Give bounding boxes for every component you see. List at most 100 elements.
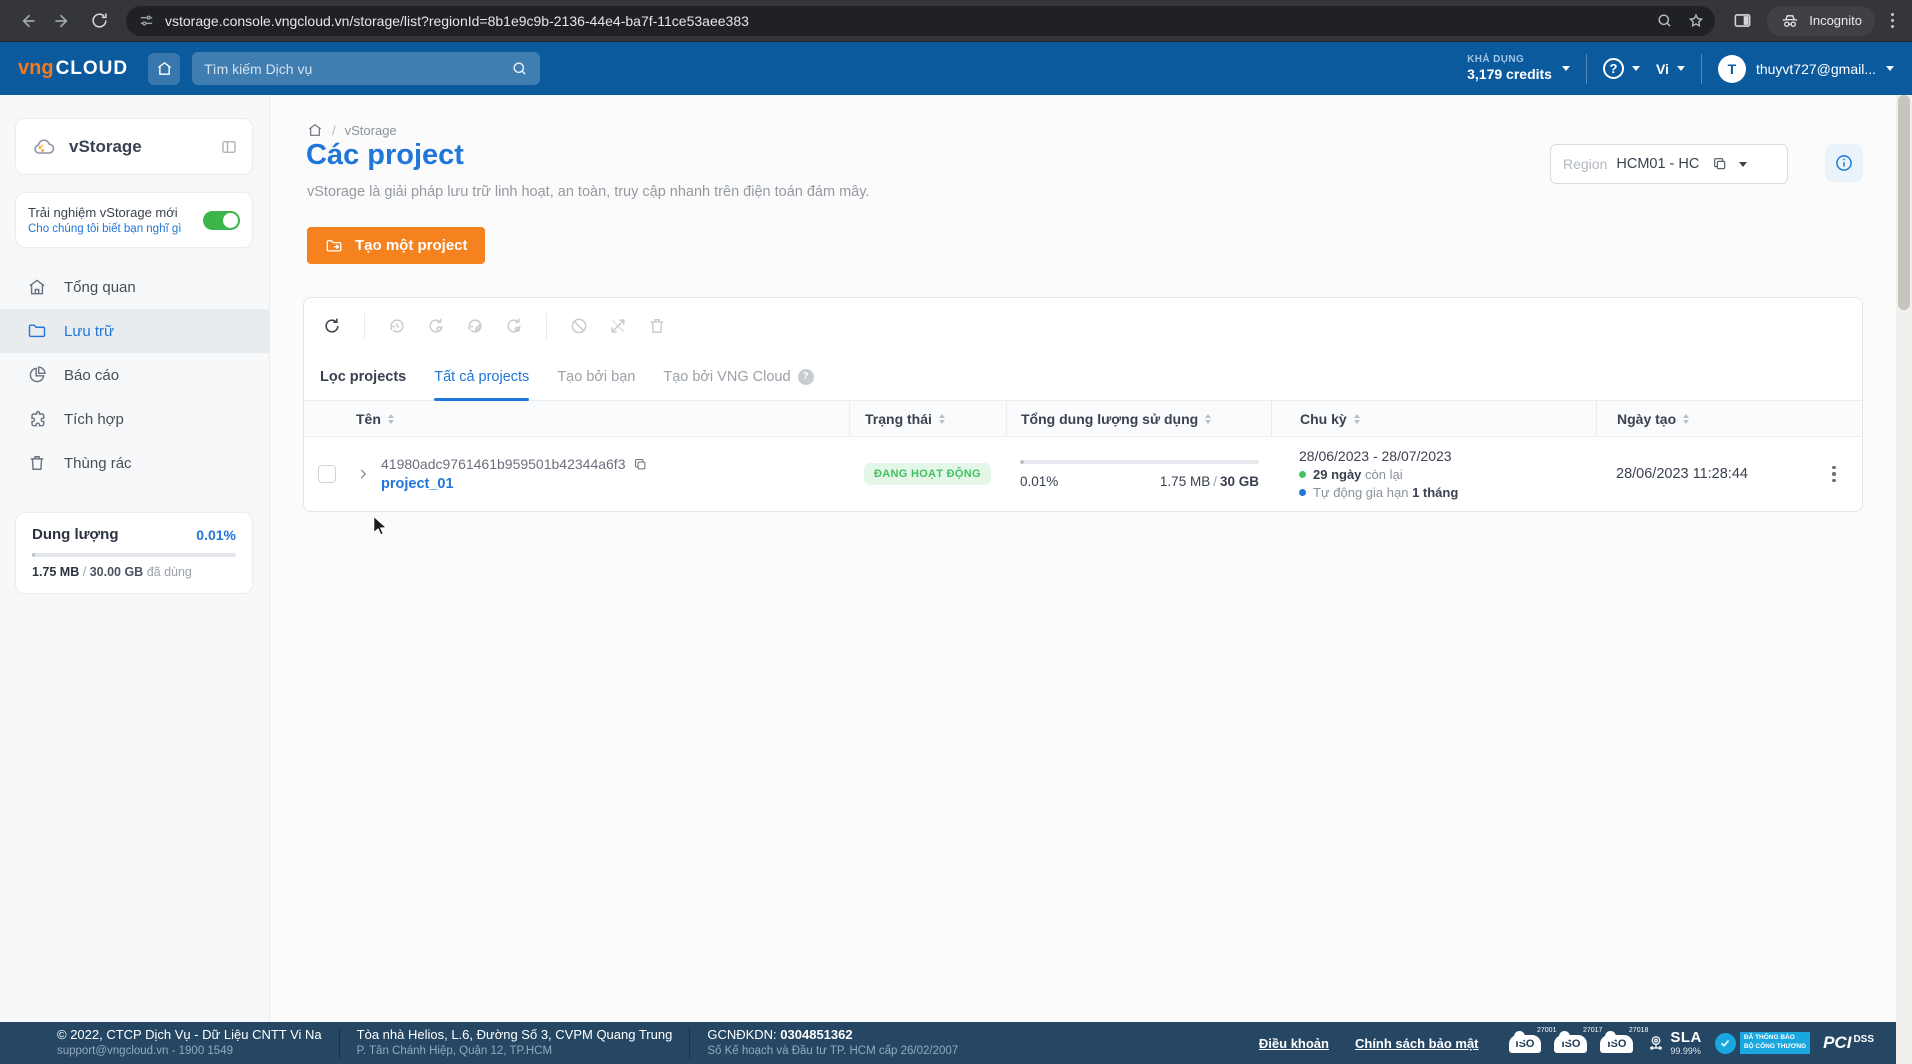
column-header-ten[interactable]: Tên — [350, 401, 849, 436]
transfer-project-button[interactable] — [608, 316, 628, 336]
sidebar-item-tong-quan[interactable]: Tổng quan — [0, 265, 269, 309]
iso-27017-badge: ISO 27017 — [1554, 1034, 1587, 1053]
column-header-trang-thai[interactable]: Trạng thái — [849, 401, 1006, 436]
row-checkbox[interactable] — [318, 465, 336, 483]
row-usage-bar — [1020, 460, 1259, 464]
sidebar-item-bao-cao[interactable]: Báo cáo — [0, 353, 269, 397]
cancel-project-button[interactable] — [569, 316, 589, 336]
edit-cycle-button[interactable] — [465, 316, 485, 336]
tab-label: Tất cả projects — [434, 369, 529, 385]
project-link[interactable]: project_01 — [381, 476, 648, 492]
browser-forward-button[interactable] — [46, 4, 80, 38]
sidebar-item-luu-tru[interactable]: Lưu trữ — [0, 309, 269, 353]
privacy-link[interactable]: Chính sách bảo mật — [1355, 1036, 1479, 1051]
history-icon — [387, 316, 407, 336]
iso-label: ISO — [1554, 1035, 1587, 1053]
table-header: Tên Trạng thái Tổng dung lượng sử dụng C… — [304, 401, 1862, 437]
row-expander[interactable] — [356, 467, 370, 481]
cycle-remaining-days: 29 ngày — [1313, 467, 1361, 482]
incognito-icon — [1780, 13, 1800, 29]
usage-used: 1.75 MB — [32, 565, 79, 579]
address-bar[interactable]: vstorage.console.vngcloud.vn/storage/lis… — [126, 6, 1715, 36]
arrow-right-icon — [53, 11, 73, 31]
breadcrumb-home-icon[interactable] — [307, 122, 323, 138]
chevron-down-icon — [1677, 66, 1685, 71]
terms-link[interactable]: Điều khoản — [1259, 1036, 1329, 1051]
service-search — [192, 52, 540, 85]
column-label: Trạng thái — [865, 411, 932, 427]
feedback-link[interactable]: Cho chúng tôi biết bạn nghĩ gì — [28, 223, 181, 235]
row-menu-button[interactable] — [1824, 462, 1844, 487]
region-selector[interactable]: Region HCM01 - HC — [1550, 144, 1788, 184]
cycle-renew-period: 1 tháng — [1412, 485, 1458, 500]
copy-id-icon[interactable] — [633, 457, 648, 472]
row-usage-used: 1.75 MB — [1160, 474, 1210, 489]
url-text[interactable]: vstorage.console.vngcloud.vn/storage/lis… — [165, 13, 1642, 29]
credits-block: KHẢ DỤNG 3,179 credits — [1467, 54, 1552, 84]
column-header-chu-ky[interactable]: Chu kỳ — [1271, 401, 1596, 436]
language-menu[interactable]: Vi — [1656, 61, 1685, 77]
refresh-button[interactable] — [322, 316, 342, 336]
column-label: Chu kỳ — [1300, 411, 1347, 427]
license-value: 0304851362 — [780, 1027, 852, 1042]
scrollbar-thumb[interactable] — [1898, 95, 1910, 310]
mouse-cursor — [372, 515, 390, 537]
row-actions-cell — [1806, 462, 1862, 487]
tab-tao-boi-ban[interactable]: Tạo bởi bạn — [557, 353, 635, 401]
console-home-button[interactable] — [148, 53, 180, 85]
tab-label: Tạo bởi bạn — [557, 369, 635, 385]
renew-settings-button[interactable] — [426, 316, 446, 336]
page-scrollbar[interactable] — [1896, 95, 1912, 1064]
credits-menu[interactable]: KHẢ DỤNG 3,179 credits — [1467, 54, 1570, 84]
page-subtitle: vStorage là giải pháp lưu trữ linh hoạt,… — [307, 184, 869, 200]
chevron-down-icon — [1562, 66, 1570, 71]
auto-renew-button[interactable] — [504, 316, 524, 336]
new-experience-toggle[interactable] — [203, 211, 240, 230]
header-select-cell — [304, 401, 350, 436]
create-project-button[interactable]: Tạo một project — [307, 227, 485, 264]
service-search-input[interactable] — [204, 61, 511, 77]
copy-region-icon[interactable] — [1712, 156, 1728, 172]
breadcrumb: / vStorage — [307, 122, 397, 138]
delete-project-button[interactable] — [647, 316, 667, 336]
side-panel-button[interactable] — [1725, 4, 1759, 38]
bookmark-star-icon[interactable] — [1687, 12, 1705, 30]
sidebar-item-label: Báo cáo — [64, 367, 119, 384]
column-label: Tổng dung lượng sử dụng — [1021, 411, 1198, 427]
zoom-icon[interactable] — [1656, 12, 1673, 29]
side-panel-icon — [1733, 11, 1752, 30]
refresh-icon — [322, 316, 342, 336]
collapse-sidebar-button[interactable] — [220, 138, 238, 156]
cycle-remaining-line: 29 ngày còn lại — [1299, 467, 1596, 482]
header-divider — [1586, 54, 1587, 84]
region-info-button[interactable] — [1825, 144, 1863, 182]
transfer-arrows-icon — [608, 316, 628, 336]
registered-badge: ĐÃ THÔNG BÁO BỘ CÔNG THƯƠNG — [1715, 1032, 1810, 1054]
user-menu[interactable]: T thuyvt727@gmail... — [1718, 55, 1894, 83]
sidebar-item-thung-rac[interactable]: Thùng rác — [0, 441, 269, 485]
tab-tao-boi-vng-cloud[interactable]: Tạo bởi VNG Cloud — [663, 353, 813, 401]
header-actions-cell — [1806, 401, 1862, 436]
toolbar-divider — [546, 313, 547, 339]
credits-value: 3,179 credits — [1467, 66, 1552, 84]
sidebar: vStorage Trải nghiệm vStorage mới Cho ch… — [0, 95, 270, 1022]
folder-plus-icon — [324, 237, 344, 255]
chevron-down-icon — [1739, 162, 1747, 167]
browser-back-button[interactable] — [10, 4, 44, 38]
column-header-dung-luong[interactable]: Tổng dung lượng sử dụng — [1006, 401, 1271, 436]
help-menu[interactable] — [1603, 58, 1640, 79]
browser-reload-button[interactable] — [82, 4, 116, 38]
sidebar-item-tich-hop[interactable]: Tích hợp — [0, 397, 269, 441]
app-header: vng CLOUD KHẢ DỤNG 3,179 credits Vi — [0, 42, 1912, 95]
tab-help-icon[interactable] — [798, 369, 814, 385]
restore-project-button[interactable] — [387, 316, 407, 336]
breadcrumb-item-vstorage[interactable]: vStorage — [345, 123, 397, 138]
tab-tat-ca-projects[interactable]: Tất cả projects — [434, 353, 529, 401]
column-header-ngay-tao[interactable]: Ngày tạo — [1596, 401, 1806, 436]
trash-icon — [27, 453, 47, 473]
footer-badges: ISO 27001 ISO 27017 ISO 27018 SLA 99.99%… — [1509, 1030, 1874, 1056]
projects-toolbar — [304, 298, 1862, 353]
browser-menu-button[interactable] — [1883, 9, 1902, 32]
project-id: 41980adc9761461b959501b42344a6f3 — [381, 456, 625, 472]
chevron-right-icon — [356, 467, 370, 481]
